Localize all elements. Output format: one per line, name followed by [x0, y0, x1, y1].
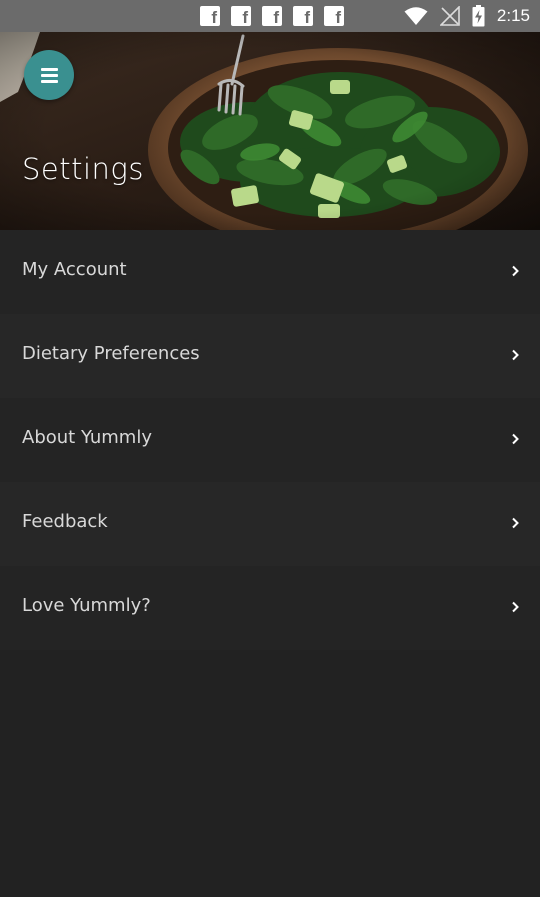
wifi-icon — [404, 7, 428, 25]
settings-item-feedback[interactable]: Feedback — [0, 482, 540, 566]
status-bar-left — [0, 0, 200, 32]
settings-item-label: Dietary Preferences — [22, 343, 200, 364]
settings-item-my-account[interactable]: My Account — [0, 230, 540, 314]
page-title: Settings — [22, 152, 144, 186]
status-time: 2:15 — [496, 6, 530, 25]
settings-item-love-yummly[interactable]: Love Yummly? — [0, 566, 540, 650]
chevron-right-icon — [512, 601, 519, 613]
chevron-right-icon — [512, 265, 519, 277]
facebook-icon: f — [324, 6, 344, 26]
settings-item-label: Feedback — [22, 511, 108, 532]
chevron-right-icon — [512, 433, 519, 445]
status-bar: f f f f f 2:15 — [0, 0, 540, 32]
notification-icons: f f f f f — [200, 6, 344, 26]
no-signal-icon — [439, 6, 460, 26]
settings-screen: f f f f f 2:15 Settings My Account Dieta… — [0, 0, 540, 897]
settings-item-dietary-preferences[interactable]: Dietary Preferences — [0, 314, 540, 398]
facebook-icon: f — [200, 6, 220, 26]
facebook-icon: f — [231, 6, 251, 26]
facebook-icon: f — [293, 6, 313, 26]
system-icons: 2:15 — [404, 0, 530, 32]
settings-item-about-yummly[interactable]: About Yummly — [0, 398, 540, 482]
settings-item-label: About Yummly — [22, 427, 152, 448]
chevron-right-icon — [512, 517, 519, 529]
settings-list: My Account Dietary Preferences About Yum… — [0, 230, 540, 650]
settings-item-label: Love Yummly? — [22, 595, 151, 616]
settings-item-label: My Account — [22, 259, 127, 280]
chevron-right-icon — [512, 349, 519, 361]
salad-bowl-photo — [0, 32, 540, 230]
battery-charging-icon — [472, 5, 485, 27]
facebook-icon: f — [262, 6, 282, 26]
hamburger-menu-icon — [40, 67, 58, 83]
settings-header-image: Settings — [0, 32, 540, 230]
menu-button[interactable] — [24, 50, 74, 100]
